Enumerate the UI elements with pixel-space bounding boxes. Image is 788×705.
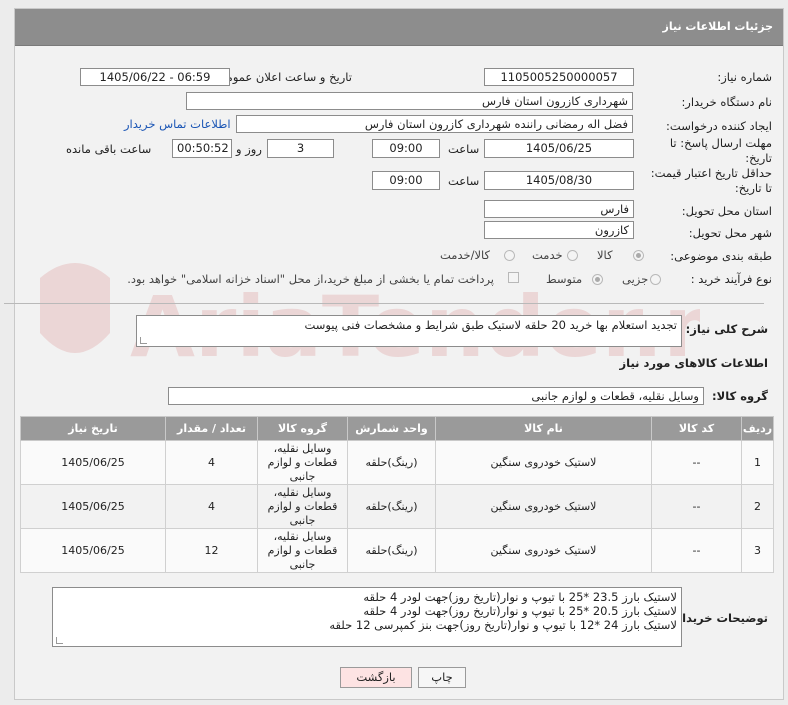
validity-label-line2: تا تاریخ: bbox=[734, 181, 772, 195]
cell-date: 1405/06/25 bbox=[20, 484, 166, 529]
th-name: نام کالا bbox=[435, 416, 652, 441]
deadline-label-line1: مهلت ارسال پاسخ: تا bbox=[669, 136, 772, 150]
deadline-remaining-label: ساعت باقی مانده bbox=[66, 142, 152, 156]
cell-group: وسایل نقلیه، قطعات و لوازم جانبی bbox=[257, 440, 348, 485]
panel-title: جزئیات اطلاعات نیاز bbox=[662, 20, 774, 33]
goods-group-label: گروه کالا: bbox=[712, 389, 768, 403]
validity-date: 1405/08/30 bbox=[484, 171, 634, 190]
resize-handle-icon[interactable] bbox=[140, 337, 147, 344]
cell-date: 1405/06/25 bbox=[20, 528, 166, 573]
validity-time: 09:00 bbox=[372, 171, 440, 190]
cell-row: 2 bbox=[741, 484, 774, 529]
table-row: 3 -- لاستیک خودروی سنگین (رینگ)حلقه وسای… bbox=[20, 528, 774, 573]
cell-group: وسایل نقلیه، قطعات و لوازم جانبی bbox=[257, 484, 348, 529]
need-number-label: شماره نیاز: bbox=[717, 70, 772, 84]
cell-unit: (رینگ)حلقه bbox=[347, 528, 436, 573]
deadline-remaining: 00:50:52 bbox=[172, 139, 232, 158]
th-unit: واحد شمارش bbox=[347, 416, 436, 441]
th-date: تاریخ نیاز bbox=[20, 416, 166, 441]
buyer-notes-line: لاستیک بارز 24 *12 با تیوپ و نوار(تاریخ … bbox=[329, 618, 677, 632]
resize-handle-icon[interactable] bbox=[56, 637, 63, 644]
buyer-notes-line: لاستیک بارز 23.5 *25 با تیوپ و نوار(تاری… bbox=[363, 590, 677, 604]
category-radio-goods-service[interactable] bbox=[504, 250, 515, 261]
table-row: 2 -- لاستیک خودروی سنگین (رینگ)حلقه وسای… bbox=[20, 484, 774, 529]
city-label: شهر محل تحویل: bbox=[688, 226, 772, 240]
buyer-org-label: نام دستگاه خریدار: bbox=[681, 95, 772, 109]
deadline-label-line2: تاریخ: bbox=[745, 151, 772, 165]
deadline-time: 09:00 bbox=[372, 139, 440, 158]
cell-name: لاستیک خودروی سنگین bbox=[435, 484, 652, 529]
cell-row: 1 bbox=[741, 440, 774, 485]
summary-value: تجدید استعلام بها خرید 20 حلقه لاستیک طب… bbox=[304, 318, 677, 332]
th-code: کد کالا bbox=[651, 416, 742, 441]
buyer-org-value: شهرداری کازرون استان فارس bbox=[186, 92, 633, 110]
province-value: فارس bbox=[484, 200, 634, 218]
divider bbox=[4, 303, 764, 304]
back-button[interactable]: بازگشت bbox=[340, 667, 412, 688]
category-radio-goods[interactable] bbox=[633, 250, 644, 261]
category-option-goods: کالا bbox=[597, 248, 613, 262]
buyer-notes-box: لاستیک بارز 23.5 *25 با تیوپ و نوار(تاری… bbox=[52, 587, 682, 647]
cell-name: لاستیک خودروی سنگین bbox=[435, 528, 652, 573]
table-header-row: ردیف کد کالا نام کالا واحد شمارش گروه کا… bbox=[20, 416, 774, 441]
announce-value: 1405/06/22 - 06:59 bbox=[80, 68, 230, 86]
goods-section-title: اطلاعات کالاهای مورد نیاز bbox=[619, 356, 768, 370]
cell-qty: 12 bbox=[165, 528, 258, 573]
th-qty: تعداد / مقدار bbox=[165, 416, 258, 441]
cell-code: -- bbox=[651, 528, 742, 573]
cell-row: 3 bbox=[741, 528, 774, 573]
items-table: ردیف کد کالا نام کالا واحد شمارش گروه کا… bbox=[20, 416, 774, 573]
cell-group: وسایل نقلیه، قطعات و لوازم جانبی bbox=[257, 528, 348, 573]
buyer-notes-line: لاستیک بارز 20.5 *25 با تیوپ و نوار(تاری… bbox=[363, 604, 677, 618]
deadline-days: 3 bbox=[267, 139, 334, 158]
summary-text: تجدید استعلام بها خرید 20 حلقه لاستیک طب… bbox=[136, 315, 682, 347]
summary-label: شرح کلی نیاز: bbox=[685, 322, 768, 336]
th-group: گروه کالا bbox=[257, 416, 348, 441]
table-row: 1 -- لاستیک خودروی سنگین (رینگ)حلقه وسای… bbox=[20, 440, 774, 485]
cell-name: لاستیک خودروی سنگین bbox=[435, 440, 652, 485]
validity-label-line1: حداقل تاریخ اعتبار قیمت: bbox=[650, 166, 772, 180]
cell-unit: (رینگ)حلقه bbox=[347, 440, 436, 485]
process-label: نوع فرآیند خرید : bbox=[690, 272, 772, 286]
need-number-value: 1105005250000057 bbox=[484, 68, 634, 86]
validity-time-label: ساعت bbox=[448, 174, 480, 188]
announce-label: تاریخ و ساعت اعلان عمومی: bbox=[213, 70, 352, 84]
category-radio-service[interactable] bbox=[567, 250, 578, 261]
deadline-days-label: روز و bbox=[236, 142, 262, 156]
process-radio-minor[interactable] bbox=[650, 274, 661, 285]
deadline-date: 1405/06/25 bbox=[484, 139, 634, 158]
category-label: طبقه بندی موضوعی: bbox=[670, 249, 772, 263]
goods-group-value: وسایل نقلیه، قطعات و لوازم جانبی bbox=[168, 387, 704, 405]
panel-header: جزئیات اطلاعات نیاز bbox=[15, 9, 783, 46]
cell-code: -- bbox=[651, 484, 742, 529]
process-option-minor: جزیی bbox=[622, 272, 649, 286]
category-option-goods-service: کالا/خدمت bbox=[440, 248, 491, 262]
process-radio-medium[interactable] bbox=[592, 274, 603, 285]
th-row: ردیف bbox=[741, 416, 774, 441]
requester-value: فضل اله رمضانی راننده شهرداری کازرون است… bbox=[236, 115, 633, 133]
cell-date: 1405/06/25 bbox=[20, 440, 166, 485]
cell-qty: 4 bbox=[165, 484, 258, 529]
buyer-contact-link[interactable]: اطلاعات تماس خریدار bbox=[124, 117, 231, 131]
process-option-medium: متوسط bbox=[546, 272, 583, 286]
category-option-service: خدمت bbox=[532, 248, 563, 262]
requester-label: ایجاد کننده درخواست: bbox=[666, 119, 772, 133]
cell-code: -- bbox=[651, 440, 742, 485]
city-value: کازرون bbox=[484, 221, 634, 239]
buyer-notes-label: توضیحات خریدار: bbox=[670, 611, 768, 625]
deadline-time-label: ساعت bbox=[448, 142, 480, 156]
province-label: استان محل تحویل: bbox=[681, 204, 772, 218]
print-button[interactable]: چاپ bbox=[418, 667, 466, 688]
treasury-checkbox[interactable] bbox=[508, 272, 519, 283]
treasury-note: پرداخت تمام یا بخشی از مبلغ خرید،از محل … bbox=[127, 272, 494, 286]
cell-qty: 4 bbox=[165, 440, 258, 485]
cell-unit: (رینگ)حلقه bbox=[347, 484, 436, 529]
